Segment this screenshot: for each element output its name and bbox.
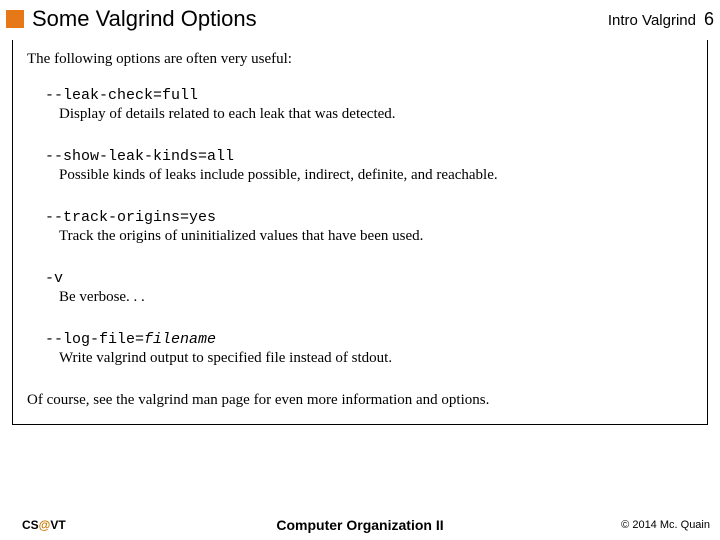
page-number: 6 — [704, 9, 714, 30]
option-flag: --log-file=filename — [45, 330, 693, 350]
option-flag: --show-leak-kinds=all — [45, 147, 693, 167]
accent-square-icon — [6, 10, 24, 28]
slide-footer: CS@VT Computer Organization II © 2014 Mc… — [0, 518, 720, 532]
option-desc: Write valgrind output to specified file … — [59, 349, 693, 369]
option-flag: --track-origins=yes — [45, 208, 693, 228]
option-desc: Be verbose. . . — [59, 288, 693, 308]
option-desc: Display of details related to each leak … — [59, 105, 693, 125]
outro-text: Of course, see the valgrind man page for… — [27, 391, 693, 411]
option-item: --track-origins=yes Track the origins of… — [45, 208, 693, 247]
option-item: --log-file=filename Write valgrind outpu… — [45, 330, 693, 369]
footer-center: Computer Organization II — [276, 517, 443, 533]
option-item: --leak-check=full Display of details rel… — [45, 86, 693, 125]
footer-left: CS@VT — [22, 518, 66, 532]
option-desc: Possible kinds of leaks include possible… — [59, 166, 693, 186]
option-item: -v Be verbose. . . — [45, 269, 693, 308]
slide-title: Some Valgrind Options — [32, 6, 608, 32]
content-box: The following options are often very use… — [12, 40, 708, 425]
option-flag: -v — [45, 269, 693, 289]
option-item: --show-leak-kinds=all Possible kinds of … — [45, 147, 693, 186]
section-label: Intro Valgrind — [608, 12, 696, 29]
option-flag: --leak-check=full — [45, 86, 693, 106]
footer-right: © 2014 Mc. Quain — [621, 519, 710, 531]
header-right: Intro Valgrind 6 — [608, 9, 720, 30]
option-desc: Track the origins of uninitialized value… — [59, 227, 693, 247]
slide-header: Some Valgrind Options Intro Valgrind 6 — [0, 0, 720, 32]
intro-text: The following options are often very use… — [27, 50, 693, 70]
